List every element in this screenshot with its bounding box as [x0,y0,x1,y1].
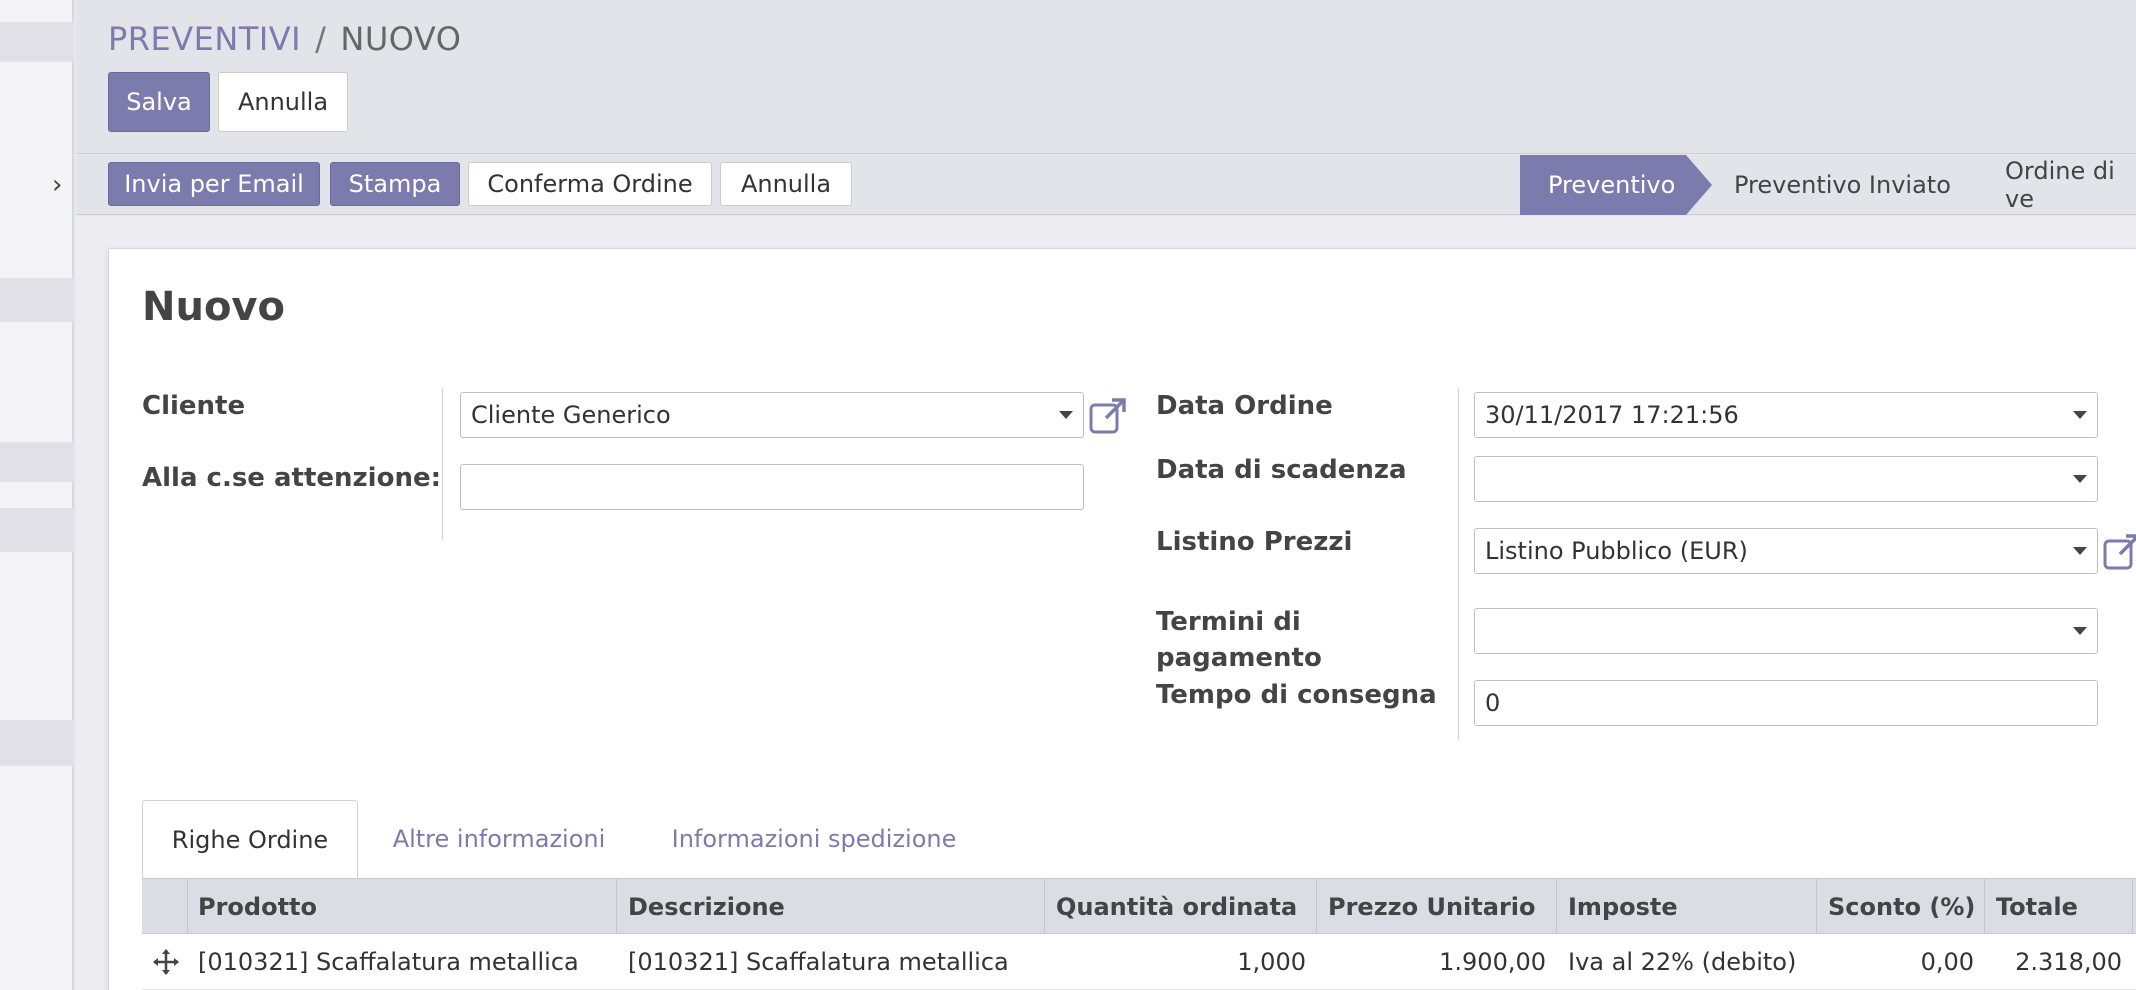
column-separator [1316,879,1317,935]
breadcrumb-separator: / [315,20,327,58]
stage-preventivo[interactable]: Preventivo [1520,155,1686,215]
cell-taxes: Iva al 22% (debito) [1568,948,1797,976]
chevron-down-icon [2073,475,2087,483]
external-link-icon[interactable] [2102,532,2136,572]
cell-product: [010321] Scaffalatura metallica [198,948,579,976]
cell-description: [010321] Scaffalatura metallica [628,948,1009,976]
customer-label: Cliente [142,391,246,421]
order-date-value: 30/11/2017 17:21:56 [1485,401,1739,429]
cell-discount: 0,00 [1920,948,1974,976]
group-divider [1458,388,1459,740]
stage-preventivo-inviato[interactable]: Preventivo Inviato [1734,155,1951,215]
sidebar-item[interactable] [0,442,74,482]
discard-button[interactable]: Annulla [218,72,348,132]
save-button[interactable]: Salva [108,72,210,132]
tab-other-info[interactable]: Altre informazioni [378,800,620,878]
column-header-discount[interactable]: Sconto (%) [1828,879,1975,935]
pricelist-label: Listino Prezzi [1156,527,1353,557]
column-separator [1816,879,1817,935]
customer-value: Cliente Generico [471,401,671,429]
attention-input[interactable] [460,464,1084,510]
column-header-unit-price[interactable]: Prezzo Unitario [1328,879,1536,935]
stage-arrow-icon [1686,155,1712,215]
send-email-button[interactable]: Invia per Email [108,162,320,206]
pricelist-value: Listino Pubblico (EUR) [1485,537,1748,565]
order-date-label: Data Ordine [1156,391,1333,421]
expiry-date-picker[interactable] [1474,456,2098,502]
column-header-quantity[interactable]: Quantità ordinata [1056,879,1297,935]
external-link-icon[interactable] [1088,396,1128,436]
form-statusbar: Invia per Email Stampa Conferma Ordine A… [76,155,2136,215]
cell-total: 2.318,00 [2015,948,2122,976]
record-title: Nuovo [142,284,285,330]
column-header-taxes[interactable]: Imposte [1568,879,1678,935]
payment-terms-label-line2: pagamento [1156,643,1322,673]
column-separator [187,879,188,935]
cancel-order-button[interactable]: Annulla [720,162,852,206]
attention-label: Alla c.se attenzione: [142,463,441,493]
payment-terms-label-line1: Termini di [1156,607,1301,637]
column-header-product[interactable]: Prodotto [198,879,317,935]
column-separator [1984,879,1985,935]
breadcrumb: PREVENTIVI / NUOVO [108,20,461,58]
delivery-time-input[interactable] [1474,680,2098,726]
column-separator [1556,879,1557,935]
sidebar-item[interactable] [0,508,74,552]
print-button[interactable]: Stampa [330,162,460,206]
sidebar-toggle-icon[interactable]: › [52,172,62,198]
drag-handle-icon[interactable] [152,948,180,976]
order-lines-table-header: Prodotto Descrizione Quantità ordinata P… [142,878,2136,935]
pricelist-select[interactable]: Listino Pubblico (EUR) [1474,528,2098,574]
group-divider [442,388,443,540]
cell-quantity: 1,000 [1237,948,1306,976]
customer-select[interactable]: Cliente Generico [460,392,1084,438]
payment-terms-select[interactable] [1474,608,2098,654]
table-row[interactable]: [010321] Scaffalatura metallica [010321]… [142,934,2136,990]
chevron-down-icon [1059,411,1073,419]
chevron-down-icon [2073,547,2087,555]
control-panel: PREVENTIVI / NUOVO Salva Annulla [76,0,2136,154]
confirm-order-button[interactable]: Conferma Ordine [468,162,712,206]
delivery-time-label: Tempo di consegna [1156,680,1437,710]
column-header-total[interactable]: Totale [1996,879,2078,935]
tab-order-lines[interactable]: Righe Ordine [142,800,358,878]
tab-shipping-info[interactable]: Informazioni spedizione [660,800,968,878]
chevron-down-icon [2073,411,2087,419]
sidebar-item[interactable] [0,22,74,62]
order-date-picker[interactable]: 30/11/2017 17:21:56 [1474,392,2098,438]
sidebar-item[interactable] [0,278,74,322]
stage-ordine-vendita[interactable]: Ordine di ve [2005,155,2136,215]
app-sidebar: › [0,0,74,990]
column-separator [616,879,617,935]
column-header-separator [1044,879,1045,935]
column-header-description[interactable]: Descrizione [628,879,785,935]
expiry-date-label: Data di scadenza [1156,455,1407,485]
cell-unit-price: 1.900,00 [1439,948,1546,976]
sidebar-item[interactable] [0,720,74,766]
chevron-down-icon [2073,627,2087,635]
breadcrumb-parent-link[interactable]: PREVENTIVI [108,20,301,58]
column-separator [2132,879,2133,935]
breadcrumb-current: NUOVO [340,20,462,58]
